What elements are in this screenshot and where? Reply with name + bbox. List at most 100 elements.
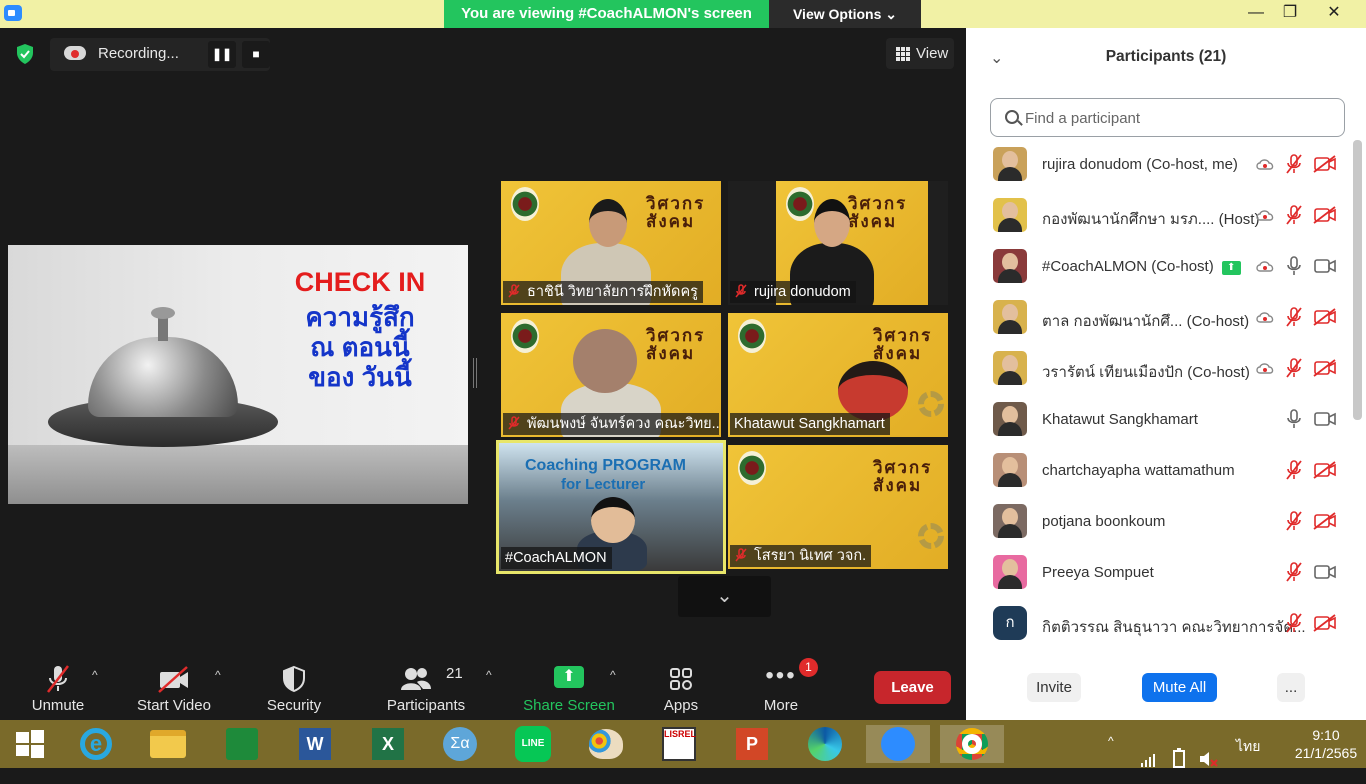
participant-row[interactable]: วรารัตน์ เทียนเมืองปัก (Co-host) (966, 343, 1354, 394)
battery-icon[interactable] (1170, 734, 1188, 782)
internet-explorer-icon[interactable]: e (76, 725, 116, 763)
chrome-taskbar-icon[interactable] (940, 725, 1004, 763)
share-screen-button[interactable]: ⬆ Share Screen (520, 660, 618, 720)
mic-icon[interactable] (1284, 408, 1304, 435)
mic-muted-icon[interactable] (1284, 561, 1304, 588)
recording-cloud-icon (1255, 157, 1275, 176)
participants-icon (401, 668, 431, 690)
mic-off-icon (735, 284, 747, 298)
split-divider-handle[interactable] (473, 358, 477, 388)
panel-more-button[interactable]: ... (1277, 673, 1305, 702)
panel-scrollbar[interactable] (1353, 140, 1362, 420)
shared-screen[interactable]: CHECK IN ความรู้สึก ณ ตอนนี้ ของ วันนี้ (8, 245, 468, 504)
video-off-icon[interactable] (1313, 155, 1337, 178)
university-seal-icon (511, 187, 539, 221)
tile-name-label: โสรยา นิเทศ วจก. (730, 545, 872, 567)
video-off-icon[interactable] (1313, 308, 1337, 331)
view-options-button[interactable]: View Options ⌄ (769, 0, 921, 28)
participant-row[interactable]: potjana boonkoum (966, 496, 1354, 547)
participant-row[interactable]: rujira donudom (Co-host, me) (966, 139, 1354, 190)
line-app-icon[interactable]: LINE (513, 725, 553, 763)
share-options-caret-icon[interactable]: ^ (610, 668, 616, 682)
video-off-icon[interactable] (1313, 512, 1337, 535)
university-seal-icon (511, 319, 539, 353)
show-hidden-icons-button[interactable]: ^ (1108, 734, 1114, 782)
mic-icon[interactable] (1284, 255, 1304, 282)
video-off-icon[interactable] (1313, 206, 1337, 229)
mic-muted-icon[interactable] (1284, 306, 1304, 333)
participant-row[interactable]: Khatawut Sangkhamart (966, 394, 1354, 445)
participant-row[interactable]: กองพัฒนานักศึกษา มรภ.... (Host) (966, 190, 1354, 241)
mic-muted-icon[interactable] (1284, 459, 1304, 486)
word-icon[interactable]: W (295, 725, 335, 763)
video-options-caret-icon[interactable]: ^ (215, 668, 221, 682)
participants-caret-icon[interactable]: ^ (486, 668, 492, 682)
active-speaker-tile[interactable]: Coaching PROGRAM for Lecturer #CoachALMO… (496, 440, 726, 574)
video-tile[interactable]: วิศวกร สังคม โสรยา นิเทศ วจก. (728, 445, 948, 569)
virtual-background-subtext: for Lecturer (561, 476, 646, 493)
leave-button[interactable]: Leave (874, 671, 951, 704)
math-input-icon[interactable]: Σα (440, 725, 480, 763)
video-off-icon[interactable] (1313, 461, 1337, 484)
paint-icon[interactable] (586, 725, 626, 763)
excel-icon[interactable]: X (368, 725, 408, 763)
avatar (993, 504, 1027, 538)
video-icon[interactable] (1313, 257, 1337, 280)
language-indicator[interactable]: ไทย (1236, 736, 1260, 784)
participant-row[interactable]: chartchayapha wattamathum (966, 445, 1354, 496)
participant-row[interactable]: Preeya Sompuet (966, 547, 1354, 598)
view-layout-button[interactable]: View (886, 38, 954, 69)
participant-search[interactable] (990, 98, 1345, 137)
mic-off-icon (508, 284, 520, 298)
video-tile[interactable]: วิศวกร สังคม ธาชินี วิทยาลัยการฝึกหัดครู (501, 181, 721, 305)
mic-muted-icon[interactable] (1284, 153, 1304, 180)
share-screen-icon: ⬆ (554, 666, 584, 688)
participant-row[interactable]: ตาล กองพัฒนานักศึ... (Co-host) (966, 292, 1354, 343)
mic-muted-icon[interactable] (1284, 612, 1304, 639)
security-button[interactable]: Security (258, 660, 330, 720)
video-off-icon[interactable] (1313, 359, 1337, 382)
mute-all-button[interactable]: Mute All (1142, 673, 1217, 702)
mic-muted-icon[interactable] (1284, 510, 1304, 537)
zoom-taskbar-icon[interactable] (866, 725, 930, 763)
file-explorer-icon[interactable] (148, 725, 188, 763)
participant-row[interactable]: #CoachALMON (Co-host) ⬆ (966, 241, 1354, 292)
apps-button[interactable]: Apps (652, 660, 710, 720)
meeting-stage: Recording... ❚❚ ■ View CHECK IN ความรู้ส… (0, 28, 966, 660)
participant-name: chartchayapha wattamathum (1042, 462, 1235, 479)
start-button[interactable] (10, 725, 50, 763)
taskbar-clock[interactable]: 9:10 21/1/2565 (1290, 726, 1362, 762)
unmute-button[interactable]: Unmute (22, 660, 94, 720)
mic-muted-icon[interactable] (1284, 357, 1304, 384)
tile-name-label: ธาชินี วิทยาลัยการฝึกหัดครู (503, 281, 703, 303)
mic-muted-icon[interactable] (1284, 204, 1304, 231)
show-more-tiles-button[interactable]: ⌄ (678, 576, 771, 617)
maximize-button[interactable]: ❐ (1270, 0, 1310, 28)
video-icon[interactable] (1313, 563, 1337, 586)
volume-muted-icon[interactable] (1198, 735, 1218, 783)
participant-row[interactable]: ก กิตติวรรณ สินธุนาวา คณะวิทยาการจัด... (966, 598, 1354, 649)
security-shield-icon[interactable] (14, 43, 36, 65)
video-icon[interactable] (1313, 410, 1337, 433)
store-icon[interactable] (222, 725, 262, 763)
invite-button[interactable]: Invite (1027, 673, 1081, 702)
start-video-label: Start Video (137, 697, 211, 714)
video-tile[interactable]: วิศวกร สังคม rujira donudom (728, 181, 948, 305)
stop-recording-button[interactable]: ■ (242, 41, 270, 68)
edge-icon[interactable] (805, 725, 845, 763)
clock-date: 21/1/2565 (1294, 745, 1358, 761)
participants-button[interactable]: 21 Participants (380, 660, 472, 720)
tile-brand: วิศวกร สังคม (646, 326, 706, 363)
video-tile[interactable]: วิศวกร สังคม Khatawut Sangkhamart (728, 313, 948, 437)
tile-brand: วิศวกร สังคม (848, 194, 908, 231)
video-off-icon[interactable] (1313, 614, 1337, 637)
lisrel-icon[interactable]: LISREL (659, 725, 699, 763)
close-button[interactable]: ✕ (1314, 0, 1354, 28)
audio-options-caret-icon[interactable]: ^ (92, 668, 98, 682)
powerpoint-icon[interactable]: P (732, 725, 772, 763)
start-video-button[interactable]: Start Video (130, 660, 218, 720)
search-input[interactable] (1025, 107, 1325, 129)
video-tile[interactable]: วิศวกร สังคม พัฒนพงษ์ จันทร์ควง คณะวิทย..… (501, 313, 721, 437)
pause-recording-button[interactable]: ❚❚ (208, 41, 236, 68)
signal-icon[interactable] (1140, 736, 1156, 784)
